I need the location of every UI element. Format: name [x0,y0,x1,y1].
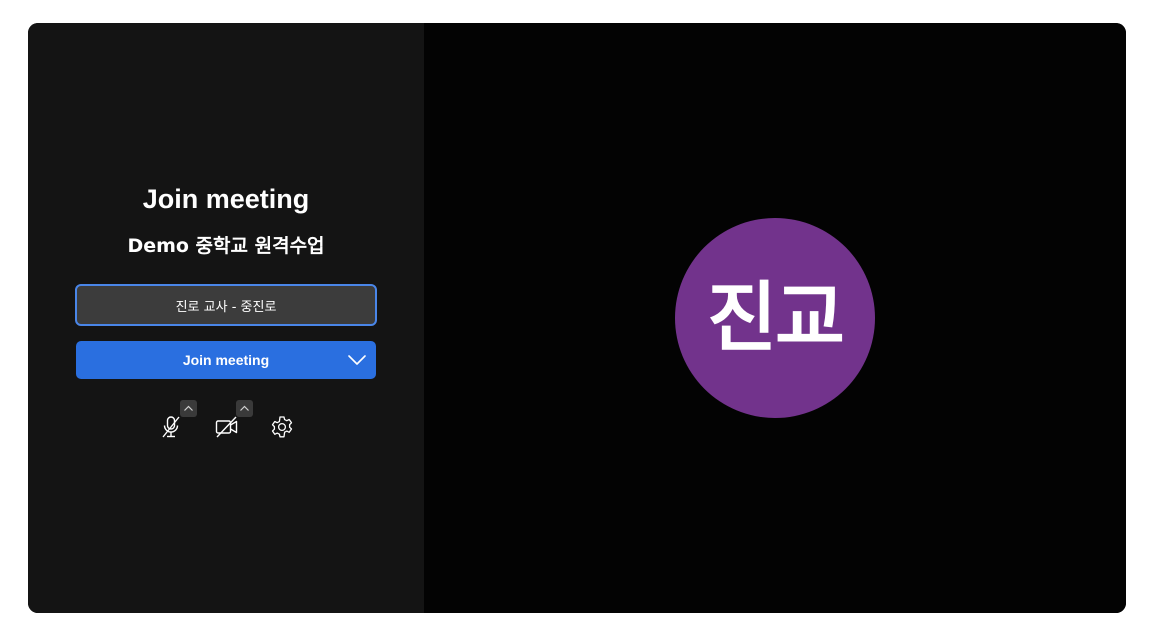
chevron-down-icon[interactable] [348,351,366,369]
camera-off-icon[interactable] [214,414,240,440]
camera-options-button[interactable] [236,400,253,417]
gear-icon[interactable] [269,414,295,440]
join-meeting-label: Join meeting [182,352,270,368]
prejoin-window: Join meeting Demo 중학교 원격수업 Join meeting [28,23,1126,613]
prejoin-panel: Join meeting Demo 중학교 원격수업 Join meeting [28,23,424,613]
join-meeting-button[interactable]: Join meeting [76,341,376,379]
device-controls [158,399,308,449]
page-title: Join meeting [142,184,310,214]
chevron-up-icon [184,405,193,411]
chevron-up-icon [240,405,249,411]
meeting-name: Demo 중학교 원격수업 [127,235,325,257]
avatar: 진교 [675,218,875,418]
mic-off-icon[interactable] [158,414,184,440]
display-name-input[interactable] [75,284,377,326]
avatar-initials: 진교 [707,273,845,362]
mic-options-button[interactable] [180,400,197,417]
video-preview: 진교 [424,23,1126,613]
